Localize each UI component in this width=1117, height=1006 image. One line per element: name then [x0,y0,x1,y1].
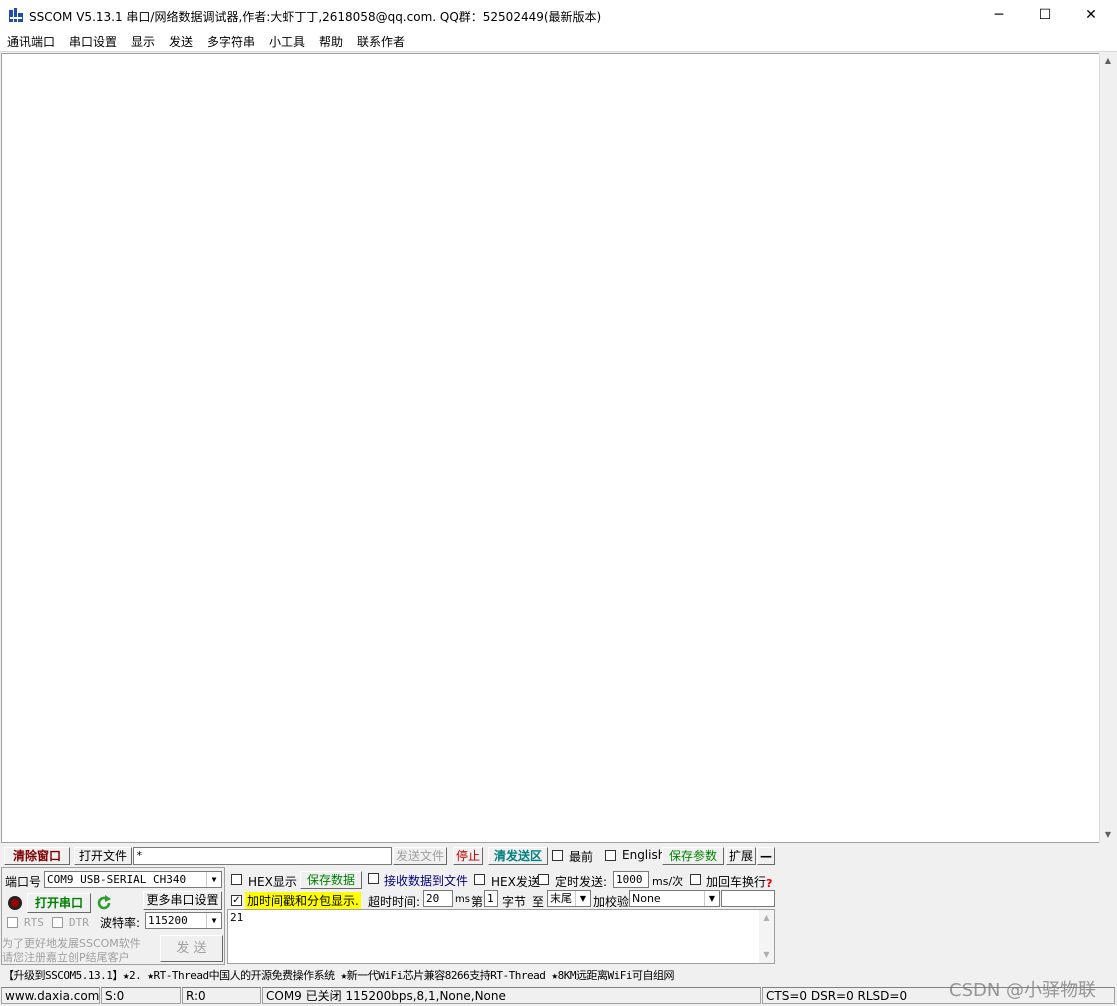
interval-input[interactable]: 1000 [613,871,649,888]
open-file-button[interactable]: 打开文件 [74,847,132,865]
news-ticker[interactable]: 【升级到SSCOM5.13.1】★2. ★RT-Thread中国人的开源免费操作… [3,967,675,983]
help-icon[interactable]: ? [766,877,772,890]
add-crlf-checkbox[interactable] [690,874,701,885]
dtr-label: DTR [69,916,89,929]
baud-select[interactable]: 115200 ▼ [145,912,222,929]
chevron-down-icon[interactable]: ▼ [704,891,719,906]
timeout-label: 超时时间: [368,895,421,909]
baud-select-value: 115200 [148,914,188,927]
collapse-button[interactable]: — [757,847,775,865]
scroll-down-icon[interactable]: ▼ [1100,827,1116,843]
save-data-button[interactable]: 保存数据 [300,871,362,889]
receive-area[interactable] [1,53,1100,843]
end-select[interactable]: 末尾 ▼ [547,890,591,907]
clear-send-area-button[interactable]: 清发送区 [488,847,548,865]
byte-suffix: 字节 [502,895,527,909]
to-label: 至 [532,895,545,909]
status-received-count: R:0 [182,987,261,1004]
timeout-input[interactable]: 20 [423,890,453,907]
promo-line-2: 请您注册嘉立创P结尾客户 [2,951,130,964]
stop-button[interactable]: 停止 [453,847,483,865]
rts-checkbox[interactable] [7,917,18,928]
chevron-down-icon[interactable]: ▼ [206,913,221,928]
menu-comm-port[interactable]: 通讯端口 [7,33,55,50]
menu-serial-settings[interactable]: 串口设置 [69,33,117,50]
english-label: English [622,848,666,862]
window-title: SSCOM V5.13.1 串口/网络数据调试器,作者:大虾丁丁,2618058… [29,10,602,24]
baud-label: 波特率: [100,916,141,930]
port-select-value: COM9 USB-SERIAL CH340 [47,873,187,886]
checksum-select-value: None [632,892,661,905]
chevron-down-icon[interactable]: ▼ [575,891,590,906]
more-port-settings-button[interactable]: 更多串口设置 [143,891,222,910]
clear-window-button[interactable]: 清除窗口 [4,847,70,865]
menu-help[interactable]: 帮助 [319,33,343,50]
receive-scrollbar[interactable]: ▲ ▼ [1099,53,1116,843]
topmost-checkbox[interactable] [552,850,563,861]
scroll-up-icon[interactable]: ▲ [1100,53,1116,69]
byte-prefix: 第 [471,895,484,909]
menu-multi-string[interactable]: 多字符串 [207,33,255,50]
port-select[interactable]: COM9 USB-SERIAL CH340 ▼ [44,871,222,888]
file-path-field[interactable]: * [133,847,392,865]
topmost-label: 最前 [569,850,594,864]
recv-to-file-label[interactable]: 接收数据到文件 [384,872,468,889]
app-icon [9,8,23,22]
rts-label: RTS [24,916,44,929]
refresh-icon[interactable] [95,894,113,912]
english-checkbox[interactable] [605,850,616,861]
open-port-button[interactable]: 打开串口 [27,893,91,913]
hex-display-checkbox[interactable] [231,874,242,885]
maximize-button[interactable]: ☐ [1022,0,1068,30]
close-button[interactable]: ✕ [1068,0,1114,30]
expand-button[interactable]: 扩展 [726,847,756,865]
checksum-label: 加校验 [593,895,630,909]
timestamp-checkbox[interactable]: ✓ [231,895,242,906]
port-label: 端口号 [5,875,42,889]
menu-bar [0,30,1117,52]
recv-to-file-checkbox[interactable] [368,873,379,884]
minimize-button[interactable]: ─ [976,0,1022,30]
menu-tools[interactable]: 小工具 [269,33,305,50]
status-website[interactable]: www.daxia.com [1,987,100,1004]
send-button[interactable]: 发 送 [160,935,223,962]
add-crlf-label: 加回车换行 [706,875,767,889]
send-scrollbar[interactable]: ▲ ▼ [759,910,774,963]
menu-display[interactable]: 显示 [131,33,155,50]
hex-send-checkbox[interactable] [474,874,485,885]
end-select-value: 末尾 [550,892,572,905]
send-textarea[interactable]: 21 ▲ ▼ [227,909,775,964]
interval-unit: ms/次 [652,875,684,888]
hex-send-label: HEX发送 [491,875,540,889]
send-file-button[interactable]: 发送文件 [393,847,447,865]
checksum-result-field [721,890,775,907]
timed-send-label: 定时发送: [555,875,608,889]
byte-input[interactable]: 1 [484,890,498,907]
watermark: CSDN @小驿物联 [949,980,1097,1001]
send-text: 21 [230,911,244,924]
dtr-checkbox[interactable] [52,917,63,928]
timeout-unit: ms [455,894,470,905]
menu-send[interactable]: 发送 [169,33,193,50]
save-params-button[interactable]: 保存参数 [662,847,724,865]
scroll-up-icon[interactable]: ▲ [759,910,774,926]
status-port-state: COM9 已关闭 115200bps,8,1,None,None [262,987,761,1004]
scroll-down-icon[interactable]: ▼ [759,947,774,963]
status-sent-count: S:0 [101,987,181,1004]
chevron-down-icon[interactable]: ▼ [206,872,221,887]
timed-send-checkbox[interactable] [538,874,549,885]
hex-display-label: HEX显示 [248,875,297,889]
port-status-icon [8,896,22,910]
timestamp-label: 加时间戳和分包显示. [245,892,361,909]
menu-contact-author[interactable]: 联系作者 [357,33,405,50]
checksum-select[interactable]: None ▼ [629,890,720,907]
